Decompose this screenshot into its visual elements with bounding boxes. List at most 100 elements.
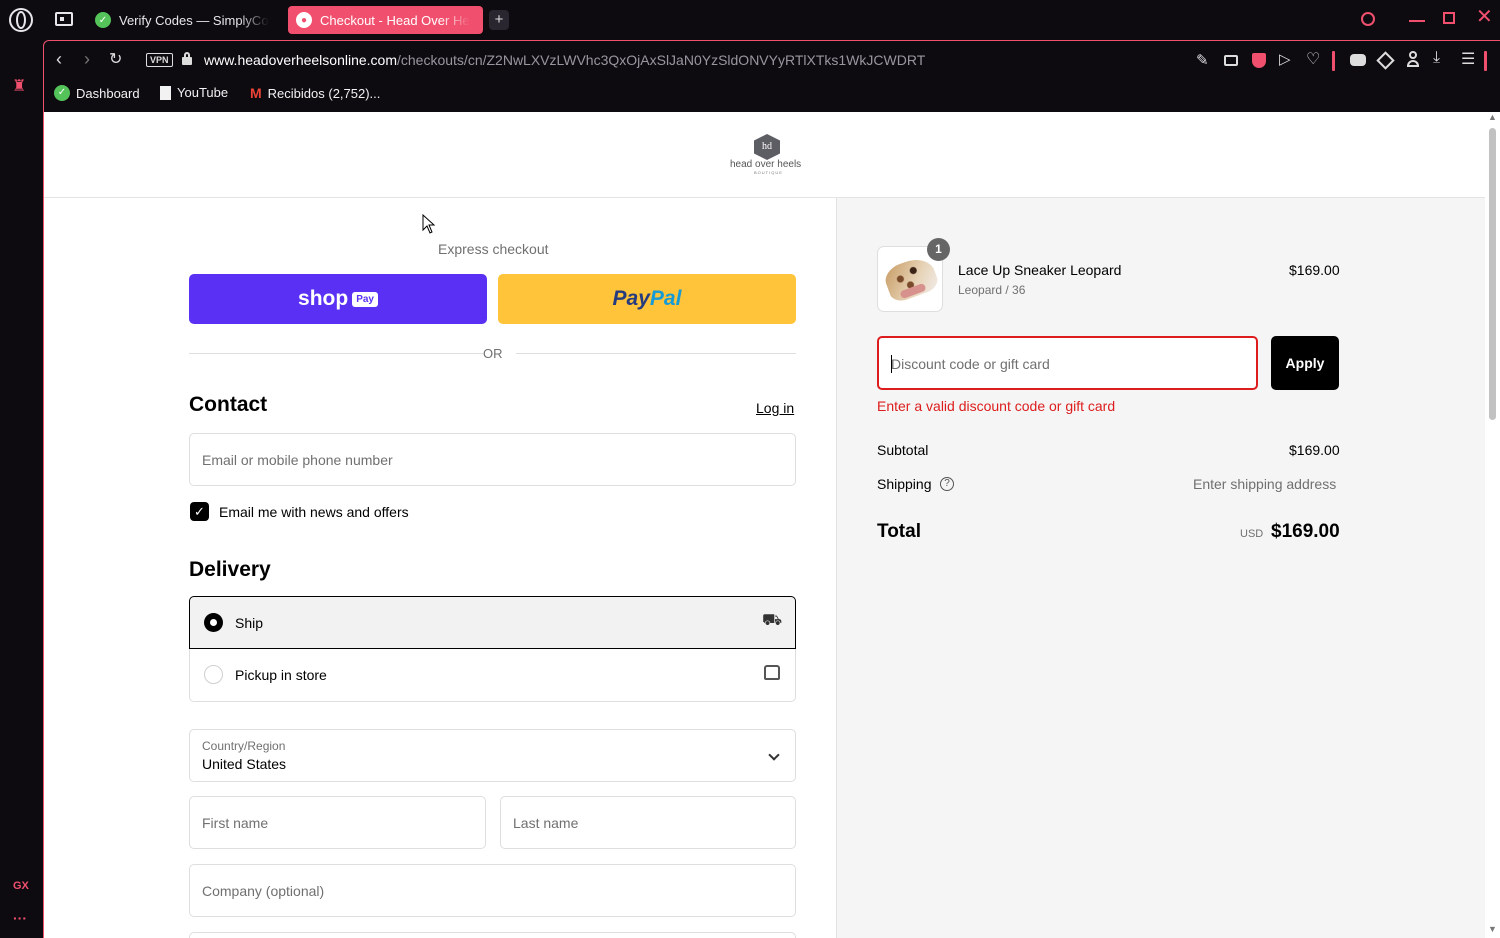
shipping-help-icon[interactable]: ? [940,477,954,491]
discount-error: Enter a valid discount code or gift card [877,398,1116,414]
subtotal-label: Subtotal [877,442,929,458]
bookmark-dashboard[interactable]: ✓ Dashboard [54,85,140,101]
email-placeholder: Email or mobile phone number [202,451,393,468]
quantity-badge: 1 [927,238,950,261]
minimize-icon[interactable] [1409,20,1425,22]
country-select[interactable]: Country/Region United States [189,729,796,782]
tab-bar: ✓ Verify Codes — SimplyCo ● Checkout - H… [43,0,1500,40]
download-icon[interactable]: ⤓ [1433,49,1440,67]
shipping-value: Enter shipping address [1193,476,1337,492]
shop-pay-wordmark: shop [298,287,349,310]
company-placeholder: Company (optional) [202,882,325,899]
store-logo[interactable]: hd head over heels BOUTIQUE [728,132,808,176]
toolbar-separator-right [1484,51,1487,71]
document-icon [160,85,171,100]
email-field[interactable]: Email or mobile phone number [189,433,796,486]
delivery-option-ship[interactable]: Ship ⛟ [189,596,796,649]
gmail-icon: M [250,85,262,101]
apply-button[interactable]: Apply [1271,336,1339,390]
news-checkbox[interactable]: ✓ [190,502,209,521]
product-price: $169.00 [1289,262,1340,278]
delivery-heading: Delivery [189,558,271,581]
toolbar-separator [1332,51,1335,71]
tab-island-icon[interactable] [55,12,73,26]
delivery-option-pickup[interactable]: Pickup in store [189,649,796,702]
or-divider-right [516,353,796,354]
shop-pay-button[interactable]: shop Pay [189,274,487,324]
restore-icon[interactable] [1443,12,1455,24]
url-text[interactable]: www.headoverheelsonline.com/checkouts/cn… [204,52,925,68]
total-value: $169.00 [1271,521,1340,542]
news-checkbox-label[interactable]: Email me with news and offers [219,504,409,520]
last-name-field[interactable]: Last name [500,796,796,849]
sidebar-gx-label[interactable]: GX [13,880,29,892]
page-scrollbar[interactable]: ▲ ▼ [1485,112,1500,938]
discount-placeholder: Discount code or gift card [891,356,1050,372]
aria-icon[interactable] [1350,54,1366,66]
pickup-radio[interactable] [204,665,223,684]
close-window-icon[interactable]: ✕ [1476,4,1493,29]
send-icon[interactable]: ▷ [1279,50,1291,68]
sneaker-image [881,253,941,305]
browser-sidebar: ♜ GX ··· [0,0,43,938]
lock-icon[interactable] [182,52,192,65]
ship-radio-selected[interactable] [204,613,223,632]
logo-subtext: BOUTIQUE [754,170,783,175]
paypal-button[interactable]: Pay Pal [498,274,796,324]
bookmarks-bar: ✓ Dashboard YouTube M Recibidos (2,752).… [44,79,1500,111]
truck-icon: ⛟ [762,612,783,629]
company-field[interactable]: Company (optional) [189,864,796,917]
new-tab-button[interactable]: + [489,10,509,30]
camera-icon[interactable] [1224,55,1238,66]
sidebar-more-icon[interactable]: ··· [13,910,27,926]
dashboard-favicon-icon: ✓ [54,85,70,101]
scroll-down-icon[interactable]: ▼ [1488,924,1497,934]
or-divider-label: OR [483,346,503,361]
scroll-up-icon[interactable]: ▲ [1488,112,1497,122]
bookmark-label: YouTube [177,85,229,100]
logo-hexagon-icon: hd [754,134,780,160]
contact-heading: Contact [189,393,268,416]
first-name-field[interactable]: First name [189,796,486,849]
profile-icon[interactable] [1407,51,1419,69]
bookmark-gmail[interactable]: M Recibidos (2,752)... [250,85,380,101]
paypal-wordmark-pal: Pal [649,287,682,310]
opera-logo-icon[interactable] [9,8,33,32]
store-icon [764,665,780,680]
reload-icon[interactable]: ↻ [109,49,122,69]
shipping-label: Shipping [877,476,932,492]
store-header: hd head over heels BOUTIQUE [44,112,1485,198]
currency-label: USD [1240,528,1264,540]
country-label: Country/Region [202,739,286,753]
forward-icon[interactable]: › [84,49,90,70]
heart-icon[interactable]: ♡ [1306,49,1320,69]
sidebar-easy-setup-icon[interactable]: ♜ [12,78,30,96]
or-divider-left [189,353,483,354]
adblock-shield-icon[interactable] [1252,53,1266,68]
scroll-thumb[interactable] [1489,128,1496,420]
subtotal-value: $169.00 [1289,442,1340,458]
tab-checkout[interactable]: ● Checkout - Head Over He [288,6,483,34]
bookmark-label: Recibidos (2,752)... [267,85,381,101]
ship-label: Ship [235,615,264,631]
edit-icon[interactable]: ✎ [1196,51,1209,69]
bookmark-youtube[interactable]: YouTube [160,85,228,100]
tab-label: Checkout - Head Over He [320,12,470,28]
express-checkout-label: Express checkout [438,241,549,257]
login-link[interactable]: Log in [756,400,794,416]
box-icon[interactable] [1376,51,1395,70]
discount-input[interactable]: Discount code or gift card [877,336,1258,390]
logo-text: head over heels [730,159,802,170]
search-tabs-icon[interactable] [1361,12,1375,26]
order-summary: 1 Lace Up Sneaker Leopard Leopard / 36 $… [836,198,1485,938]
vpn-badge[interactable]: VPN [146,53,173,67]
chevron-down-icon [768,749,780,761]
menu-icon[interactable]: ☰ [1461,49,1475,69]
back-icon[interactable]: ‹ [56,49,62,70]
address-bar: ‹ › ↻ VPN www.headoverheelsonline.com/ch… [44,41,1500,79]
url-path: /checkouts/cn/Z2NwLXVzLWVhc3QxOjAxSlJaN0… [397,52,926,68]
tab-verify-codes[interactable]: ✓ Verify Codes — SimplyCo [87,6,277,34]
paypal-wordmark-pay: Pay [612,287,650,310]
last-name-placeholder: Last name [513,814,579,831]
shop-pay-badge: Pay [352,291,378,307]
